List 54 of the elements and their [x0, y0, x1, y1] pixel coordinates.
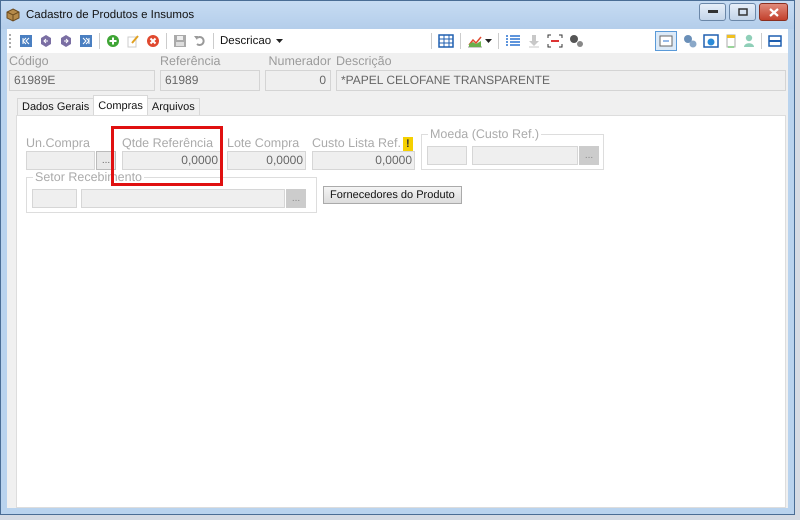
field-label: Código — [9, 54, 50, 70]
list-icon[interactable] — [505, 34, 522, 48]
field-label: Referência — [160, 54, 222, 70]
field-label: Descrição — [336, 54, 393, 70]
text-field[interactable]: *PAPEL CELOFANE TRANSPARENTE — [336, 70, 786, 91]
panel-icon[interactable] — [768, 34, 782, 48]
field-label: Un.Compra — [26, 136, 91, 151]
chart-icon[interactable] — [467, 34, 484, 48]
field-label: Custo Lista Ref. — [312, 136, 401, 151]
suppliers-button[interactable]: Fornecedores do Produto — [323, 186, 462, 204]
delete-icon[interactable] — [146, 34, 160, 48]
field-label: Qtde Referência — [122, 136, 214, 151]
close-button[interactable] — [759, 3, 788, 21]
first-record-icon[interactable] — [19, 34, 33, 48]
close-icon — [768, 8, 778, 16]
text-field[interactable]: 0 — [265, 70, 331, 91]
number-field[interactable]: 0,0000 — [122, 151, 221, 170]
maximize-button[interactable] — [729, 3, 756, 21]
maximize-icon — [738, 8, 748, 16]
previous-icon[interactable] — [39, 34, 53, 48]
group-label: Moeda (Custo Ref.) — [428, 127, 542, 141]
window-title: Cadastro de Produtos e Insumos — [26, 9, 194, 21]
document-icon[interactable] — [725, 34, 737, 48]
last-record-icon[interactable] — [79, 34, 93, 48]
grid-icon[interactable] — [438, 34, 454, 48]
add-icon[interactable] — [106, 34, 120, 48]
warning-badge[interactable]: ! — [402, 136, 413, 150]
save-icon[interactable] — [173, 34, 187, 48]
text-field[interactable] — [26, 151, 95, 170]
minimize-button[interactable] — [699, 3, 726, 21]
caret-icon[interactable] — [485, 39, 492, 43]
box-icon — [6, 8, 20, 22]
number-field[interactable]: 0,0000 — [312, 151, 415, 170]
next-icon[interactable] — [59, 34, 73, 48]
text-field[interactable] — [81, 189, 285, 208]
number-field[interactable]: 0,0000 — [227, 151, 306, 170]
minimize-icon — [708, 10, 718, 14]
browser-icon[interactable] — [703, 34, 719, 48]
tab[interactable]: Arquivos — [146, 98, 200, 115]
barcode-icon[interactable] — [547, 34, 564, 48]
tab[interactable]: Dados Gerais — [17, 98, 94, 115]
text-field[interactable]: 61989 — [160, 70, 260, 91]
text-field[interactable] — [472, 146, 578, 165]
text-field[interactable]: 61989E — [9, 70, 155, 91]
tab[interactable]: Compras — [93, 95, 148, 115]
search-mode-dropdown[interactable]: Descricao — [220, 35, 284, 47]
text-field[interactable] — [32, 189, 77, 208]
field-label: Numerador — [267, 54, 331, 70]
undo-icon[interactable] — [193, 34, 207, 48]
text-field[interactable] — [427, 146, 467, 165]
field-label: Lote Compra — [227, 136, 300, 151]
windows-icon[interactable] — [655, 31, 677, 51]
edit-icon[interactable] — [126, 34, 140, 48]
caret-icon — [276, 39, 284, 43]
